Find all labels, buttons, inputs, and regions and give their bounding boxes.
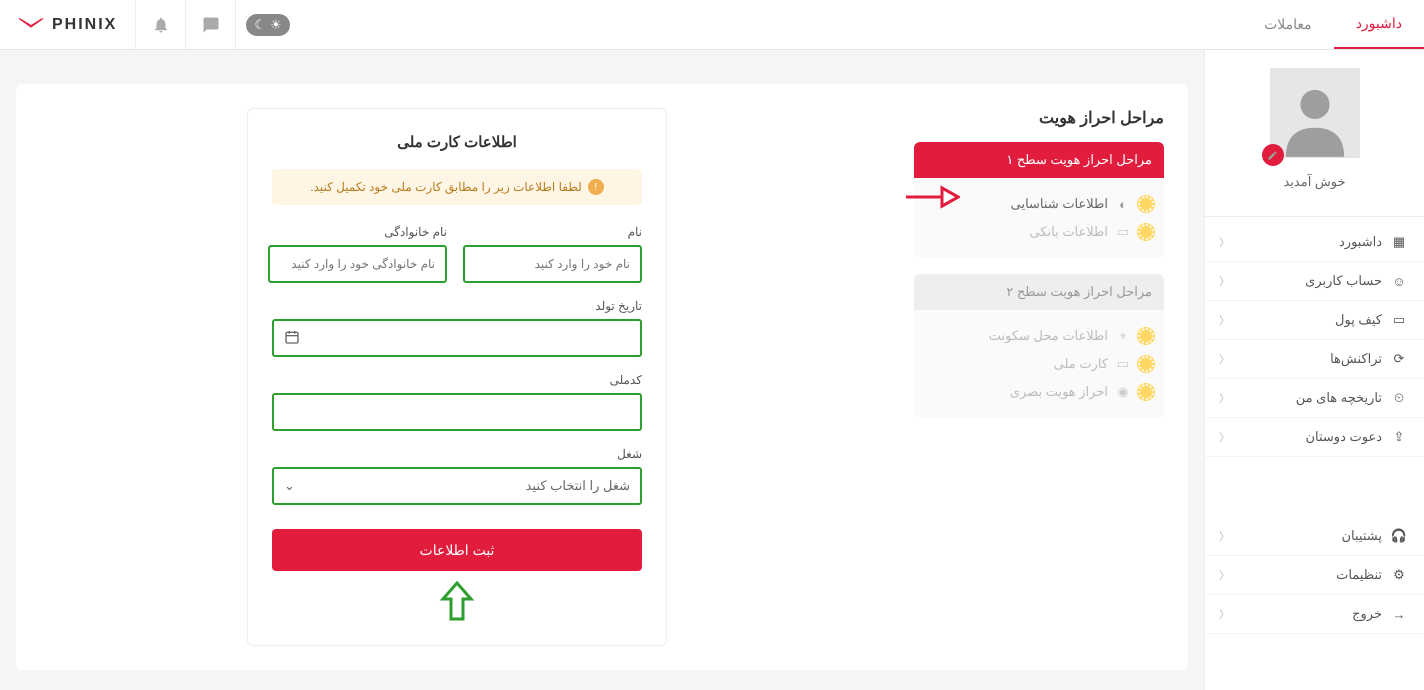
- sidebar-item-label: داشبورد: [1230, 234, 1388, 250]
- sidebar-item-settings[interactable]: ⚙ تنظیمات 〈: [1205, 556, 1424, 595]
- chevron-left-icon: 〈: [1219, 234, 1230, 250]
- sun-icon: ☀: [270, 17, 282, 33]
- national-id-input[interactable]: [272, 393, 642, 431]
- stage-item-national-card[interactable]: ▭ کارت ملی: [924, 350, 1154, 378]
- info-text: لطفا اطلاعات زیر را مطابق کارت ملی خود ت…: [310, 180, 582, 194]
- birth-date-input[interactable]: [272, 319, 642, 357]
- first-name-label: نام: [463, 225, 642, 239]
- logo-icon: [18, 18, 44, 32]
- annotation-arrow-green: [272, 581, 642, 621]
- theme-toggle[interactable]: ☀ ☾: [246, 14, 289, 36]
- first-name-input[interactable]: [463, 245, 642, 283]
- welcome-text: خوش آمدید: [1283, 174, 1345, 190]
- warning-icon: !: [588, 179, 604, 195]
- job-select[interactable]: شغل را انتخاب کنید ⌄: [272, 467, 642, 505]
- stage-label: کارت ملی: [1054, 356, 1108, 372]
- chevron-left-icon: 〈: [1219, 273, 1230, 289]
- chevron-left-icon: 〈: [1219, 528, 1230, 544]
- sidebar-item-dashboard[interactable]: ▦ داشبورد 〈: [1205, 223, 1424, 262]
- stage-level-2: مراحل احراز هویت سطح ۲ ⌖ اطلاعات محل سکو…: [914, 274, 1164, 418]
- stages-title: مراحل احراز هویت: [914, 108, 1164, 128]
- sidebar-item-label: تنظیمات: [1230, 567, 1388, 583]
- nav-tab-trades[interactable]: معاملات: [1242, 0, 1334, 49]
- status-dot-icon: [1138, 356, 1154, 372]
- chat-icon[interactable]: [186, 0, 236, 49]
- chevron-left-icon: 〈: [1219, 390, 1230, 406]
- moon-icon: ☾: [254, 17, 266, 33]
- status-dot-icon: [1138, 196, 1154, 212]
- chevron-left-icon: 〈: [1219, 606, 1230, 622]
- chevron-down-icon: ⌄: [284, 478, 295, 494]
- chevron-left-icon: 〈: [1219, 567, 1230, 583]
- sidebar-item-label: خروج: [1230, 606, 1388, 622]
- national-id-label: کدملی: [272, 373, 642, 387]
- sidebar-item-logout[interactable]: → خروج 〈: [1205, 595, 1424, 634]
- sidebar-item-label: تاریخچه های من: [1230, 390, 1388, 406]
- status-dot-icon: [1138, 224, 1154, 240]
- wallet-icon: ▭: [1388, 312, 1410, 328]
- chevron-left-icon: 〈: [1219, 429, 1230, 445]
- topbar: داشبورد معاملات ☀ ☾ PHINIX: [0, 0, 1424, 50]
- info-banner: ! لطفا اطلاعات زیر را مطابق کارت ملی خود…: [272, 169, 642, 205]
- sidebar-item-label: دعوت دوستان: [1230, 429, 1388, 445]
- id-icon: ◐: [1116, 197, 1130, 212]
- status-dot-icon: [1138, 328, 1154, 344]
- refresh-icon: ⟳: [1388, 351, 1410, 367]
- sidebar-item-invite[interactable]: ⇪ دعوت دوستان 〈: [1205, 418, 1424, 457]
- stage-label: اطلاعات محل سکونت: [989, 328, 1108, 344]
- last-name-input[interactable]: [268, 245, 447, 283]
- sidebar-item-label: حساب کاربری: [1230, 273, 1388, 289]
- sidebar-item-wallet[interactable]: ▭ کیف پول 〈: [1205, 301, 1424, 340]
- bell-icon[interactable]: [136, 0, 186, 49]
- avatar-edit-button[interactable]: [1262, 144, 1284, 166]
- sidebar-item-label: پشتیبان: [1230, 528, 1388, 544]
- calendar-icon: [284, 329, 300, 348]
- content-card: مراحل احراز هویت مراحل احراز هویت سطح ۱ …: [16, 84, 1188, 670]
- logo[interactable]: PHINIX: [0, 0, 136, 49]
- avatar: [1270, 68, 1360, 158]
- chevron-left-icon: 〈: [1219, 351, 1230, 367]
- clock-icon: ⏲: [1388, 390, 1410, 406]
- stage-item-address[interactable]: ⌖ اطلاعات محل سکونت: [924, 322, 1154, 350]
- form-title: اطلاعات کارت ملی: [272, 133, 642, 151]
- sidebar-item-account[interactable]: ☺ حساب کاربری 〈: [1205, 262, 1424, 301]
- stage-header-1: مراحل احراز هویت سطح ۱: [914, 142, 1164, 178]
- stage-level-1: مراحل احراز هویت سطح ۱ ◐ اطلاعات شناسایی…: [914, 142, 1164, 258]
- submit-button[interactable]: ثبت اطلاعات: [272, 529, 642, 571]
- grid-icon: ▦: [1388, 234, 1410, 250]
- stage-label: اطلاعات بانکی: [1030, 224, 1109, 240]
- card-icon: ▭: [1116, 356, 1130, 372]
- annotation-arrow-red: [904, 184, 960, 210]
- chevron-left-icon: 〈: [1219, 312, 1230, 328]
- location-icon: ⌖: [1116, 328, 1130, 344]
- stage-label: اطلاعات شناسایی: [1011, 196, 1108, 212]
- sidebar-item-label: تراکنش‌ها: [1230, 351, 1388, 367]
- stage-item-visual-kyc[interactable]: ◉ احراز هویت بصری: [924, 378, 1154, 406]
- job-select-text: شغل را انتخاب کنید: [295, 478, 630, 494]
- sidebar-item-support[interactable]: 🎧 پشتیبان 〈: [1205, 517, 1424, 556]
- stage-label: احراز هویت بصری: [1010, 384, 1108, 400]
- support-icon: 🎧: [1388, 528, 1410, 544]
- last-name-label: نام خانوادگی: [268, 225, 447, 239]
- logo-text: PHINIX: [52, 16, 117, 34]
- sidebar-item-label: کیف پول: [1230, 312, 1388, 328]
- sidebar-item-transactions[interactable]: ⟳ تراکنش‌ها 〈: [1205, 340, 1424, 379]
- bank-icon: ▭: [1116, 224, 1130, 240]
- birth-date-label: تاریخ تولد: [272, 299, 642, 313]
- share-icon: ⇪: [1388, 429, 1410, 445]
- logout-icon: →: [1388, 607, 1410, 622]
- job-label: شغل: [272, 447, 642, 461]
- user-icon: ☺: [1388, 274, 1410, 289]
- nav-tab-dashboard[interactable]: داشبورد: [1334, 0, 1424, 49]
- gear-icon: ⚙: [1388, 567, 1410, 583]
- stage-header-2: مراحل احراز هویت سطح ۲: [914, 274, 1164, 310]
- status-dot-icon: [1138, 384, 1154, 400]
- stage-item-bank[interactable]: ▭ اطلاعات بانکی: [924, 218, 1154, 246]
- sidebar: خوش آمدید ▦ داشبورد 〈 ☺ حساب کاربری 〈 ▭ …: [1204, 50, 1424, 690]
- sidebar-item-history[interactable]: ⏲ تاریخچه های من 〈: [1205, 379, 1424, 418]
- national-id-form: اطلاعات کارت ملی ! لطفا اطلاعات زیر را م…: [247, 108, 667, 646]
- camera-icon: ◉: [1116, 384, 1130, 400]
